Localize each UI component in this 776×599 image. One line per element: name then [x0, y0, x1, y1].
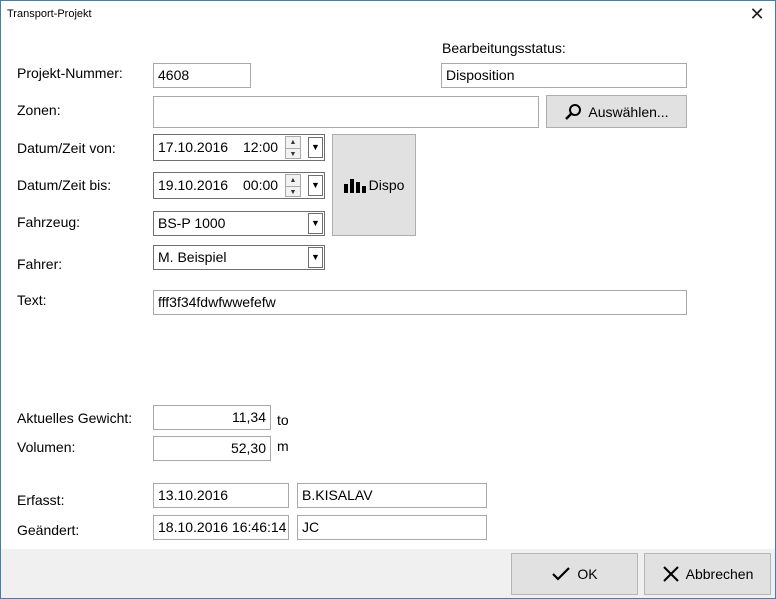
auswaehlen-label: Auswählen...: [588, 103, 669, 120]
datum-von-picker[interactable]: 17.10.2016 12:00 ▲ ▼ ▼: [153, 134, 325, 161]
geaendert-user-field[interactable]: JC: [297, 515, 487, 540]
fahrzeug-value: BS-P 1000: [158, 215, 226, 231]
footer-bar: OK Abbrechen: [1, 549, 775, 598]
dropdown-arrow-icon[interactable]: ▼: [308, 175, 323, 196]
dispo-label: Dispo: [368, 177, 405, 193]
geaendert-label: Geändert:: [17, 522, 80, 538]
zonen-label: Zonen:: [17, 102, 61, 118]
abbrechen-button[interactable]: Abbrechen: [644, 553, 771, 595]
close-icon[interactable]: ✕: [747, 3, 767, 25]
erfasst-date-field[interactable]: 13.10.2016: [153, 483, 289, 508]
ok-label: OK: [577, 566, 598, 582]
spin-up-icon[interactable]: ▲: [286, 175, 300, 186]
search-icon: [565, 103, 582, 120]
dropdown-arrow-icon[interactable]: ▼: [308, 247, 323, 268]
datum-bis-picker[interactable]: 19.10.2016 00:00 ▲ ▼ ▼: [153, 172, 325, 199]
checkmark-icon: [552, 567, 571, 581]
status-label: Bearbeitungsstatus:: [442, 40, 566, 56]
datum-von-date[interactable]: 17.10.2016: [158, 139, 228, 155]
dropdown-arrow-icon[interactable]: ▼: [308, 213, 323, 234]
window-title: Transport-Projekt: [7, 8, 92, 20]
fahrer-value: M. Beispiel: [158, 249, 227, 265]
volumen-field[interactable]: 52,30: [153, 436, 271, 461]
x-icon: [662, 566, 679, 582]
dialog-window: Transport-Projekt ✕ Projekt-Nummer: 4608…: [0, 0, 776, 599]
datum-bis-time[interactable]: 00:00: [243, 173, 278, 198]
text-field[interactable]: fff3f34fdwfwwefefw: [153, 290, 687, 315]
volumen-label: Volumen:: [17, 439, 76, 455]
text-label: Text:: [17, 292, 47, 308]
datum-bis-spinner[interactable]: ▲ ▼: [285, 174, 301, 197]
status-field[interactable]: Disposition: [441, 63, 687, 88]
fahrzeug-select[interactable]: BS-P 1000 ▼: [153, 211, 325, 236]
title-bar: Transport-Projekt ✕: [1, 1, 775, 29]
datum-von-spinner[interactable]: ▲ ▼: [285, 136, 301, 159]
bar-chart-icon: [343, 179, 366, 193]
ok-button[interactable]: OK: [511, 553, 638, 595]
volumen-unit: m: [277, 438, 289, 454]
datum-von-label: Datum/Zeit von:: [17, 140, 116, 156]
datum-von-time[interactable]: 12:00: [243, 135, 278, 160]
erfasst-user-field[interactable]: B.KISALAV: [297, 483, 487, 508]
geaendert-date-field[interactable]: 18.10.2016 16:46:14: [153, 515, 289, 540]
fahrer-label: Fahrer:: [17, 256, 63, 272]
projekt-nummer-field[interactable]: 4608: [153, 63, 251, 88]
datum-bis-label: Datum/Zeit bis:: [17, 177, 112, 193]
zonen-field[interactable]: [153, 96, 539, 128]
fahrer-select[interactable]: M. Beispiel ▼: [153, 245, 325, 270]
auswaehlen-button[interactable]: Auswählen...: [546, 95, 687, 128]
gewicht-label: Aktuelles Gewicht:: [17, 410, 133, 426]
gewicht-unit: to: [277, 412, 289, 428]
dispo-button[interactable]: Dispo: [332, 134, 416, 236]
dropdown-arrow-icon[interactable]: ▼: [308, 137, 323, 158]
fahrzeug-label: Fahrzeug:: [17, 214, 81, 230]
gewicht-field[interactable]: 11,34: [153, 405, 271, 430]
spin-down-icon[interactable]: ▼: [286, 186, 300, 197]
spin-up-icon[interactable]: ▲: [286, 137, 300, 148]
abbrechen-label: Abbrechen: [685, 566, 754, 582]
erfasst-label: Erfasst:: [17, 492, 65, 508]
projekt-nummer-label: Projekt-Nummer:: [17, 65, 123, 81]
datum-bis-date[interactable]: 19.10.2016: [158, 177, 228, 193]
spin-down-icon[interactable]: ▼: [286, 148, 300, 159]
